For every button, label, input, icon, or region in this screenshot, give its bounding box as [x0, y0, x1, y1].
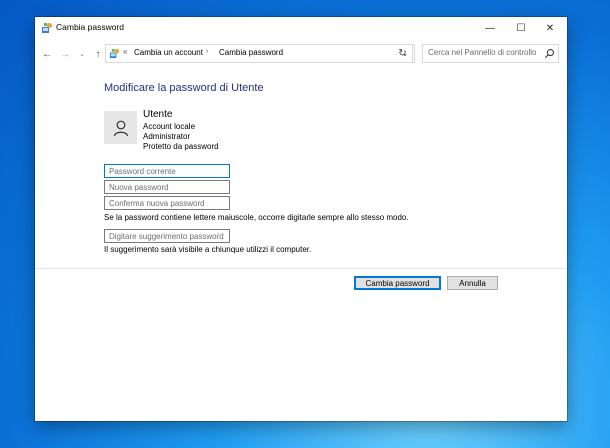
navigation-bar: ← → ⌄ ↑ « Cambia un account › Cambia pas…	[35, 43, 567, 65]
avatar	[104, 111, 137, 144]
breadcrumb-overflow[interactable]: «	[123, 47, 127, 56]
forward-button[interactable]: →	[58, 46, 72, 62]
divider	[35, 268, 567, 269]
address-bar[interactable]: « Cambia un account › Cambia password ⌄	[105, 44, 415, 63]
breadcrumb-change-password[interactable]: Cambia password	[219, 48, 283, 57]
hint-visibility-note: Il suggerimento sarà visibile a chiunque…	[104, 245, 312, 254]
search-placeholder: Cerca nel Pannello di controllo	[428, 48, 537, 57]
cancel-button[interactable]: Annulla	[447, 276, 498, 290]
control-panel-icon	[109, 48, 120, 59]
confirm-password-field[interactable]	[104, 196, 230, 210]
recent-locations-button[interactable]: ⌄	[75, 46, 89, 62]
search-input[interactable]: Cerca nel Pannello di controllo	[422, 44, 559, 63]
back-button[interactable]: ←	[40, 46, 54, 62]
account-type: Account locale	[143, 122, 196, 131]
user-icon	[113, 120, 128, 136]
breadcrumb-separator[interactable]: ›	[206, 48, 208, 55]
search-icon[interactable]	[544, 48, 555, 59]
change-password-window: Cambia password — ☐ ✕ ← → ⌄ ↑ « Cambia u…	[35, 17, 567, 421]
title-bar: Cambia password — ☐ ✕	[35, 17, 567, 40]
control-panel-icon	[42, 23, 52, 33]
current-password-field[interactable]	[104, 164, 230, 178]
maximize-button[interactable]: ☐	[506, 17, 536, 40]
password-status: Protetto da password	[143, 142, 219, 151]
password-hint-field[interactable]	[104, 229, 230, 243]
change-password-button[interactable]: Cambia password	[354, 276, 441, 290]
main-content: Modificare la password di Utente Utente …	[35, 67, 567, 421]
close-button[interactable]: ✕	[535, 17, 565, 40]
refresh-button[interactable]: ↻	[393, 44, 413, 63]
window-title: Cambia password	[56, 22, 125, 32]
minimize-button[interactable]: —	[475, 17, 505, 40]
account-role: Administrator	[143, 132, 191, 141]
caps-note: Se la password contiene lettere maiuscol…	[104, 213, 409, 222]
up-button[interactable]: ↑	[91, 46, 105, 62]
user-name: Utente	[143, 109, 173, 120]
new-password-field[interactable]	[104, 180, 230, 194]
page-title: Modificare la password di Utente	[104, 82, 264, 94]
breadcrumb-change-account[interactable]: Cambia un account	[134, 48, 203, 57]
